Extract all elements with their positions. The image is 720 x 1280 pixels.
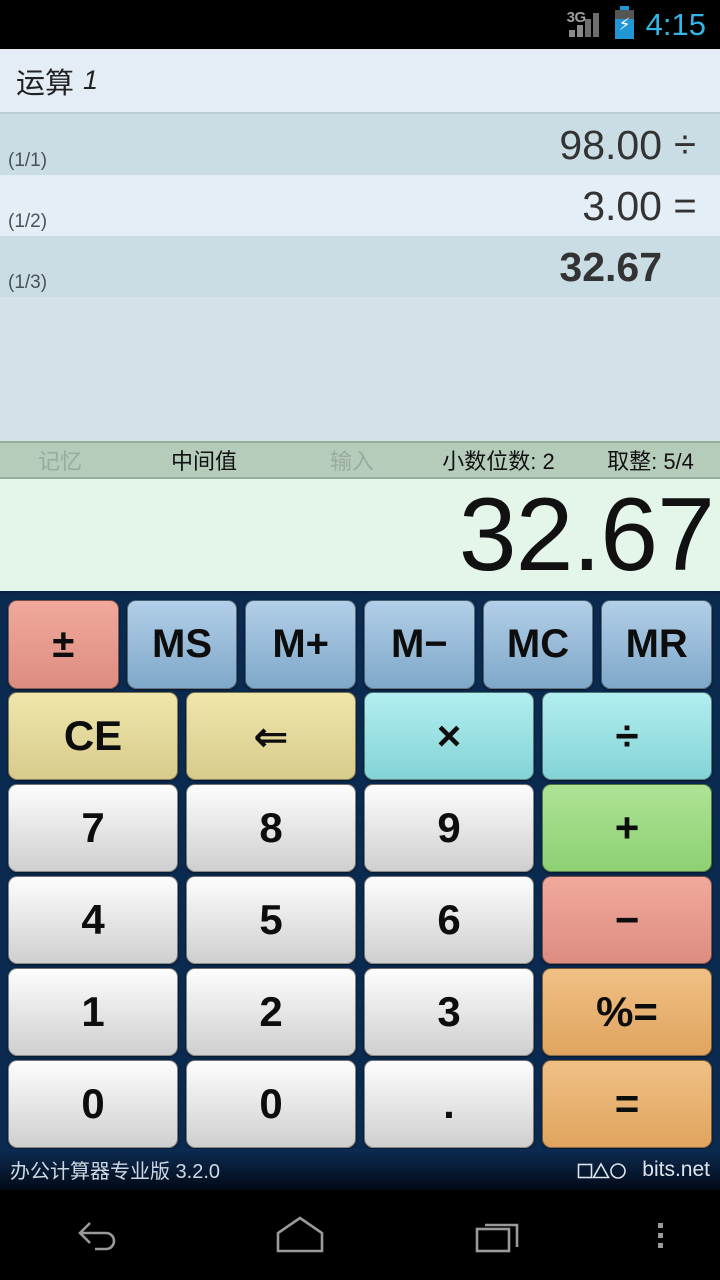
calculation-tape-list[interactable]: (1/1) 98.00 ÷ (1/2) 3.00 = (1/3) 32.67 (0, 112, 720, 441)
overflow-menu-button[interactable] (600, 1222, 720, 1248)
keypad-row-2: 7 8 9 + (4, 784, 716, 873)
row-index-label: (1/3) (8, 272, 48, 293)
calculator-app-screen: 3G ⚡ 4:15 运算 1 (1/1) 98.00 ÷ (1/2) 3.00 … (0, 0, 720, 1280)
decimals-setting[interactable]: 小数位数: 2 (416, 444, 581, 476)
digit-1-key[interactable]: 1 (8, 968, 178, 1056)
android-nav-bar (0, 1190, 720, 1280)
row-value: 32.67 (559, 243, 662, 290)
row-operator: = (673, 183, 697, 228)
digit-8-key[interactable]: 8 (186, 784, 356, 872)
keypad-row-memory: ± MS M+ M− MC MR (4, 600, 716, 689)
keypad-row-4: 1 2 3 %= (4, 968, 716, 1057)
status-info-bar: 记忆 中间值 输入 小数位数: 2 取整: 5/4 (0, 441, 720, 479)
back-icon (78, 1222, 116, 1251)
percent-equals-key[interactable]: %= (542, 968, 712, 1056)
brand-shapes-icon (577, 1161, 627, 1179)
digit-3-key[interactable]: 3 (364, 968, 534, 1056)
row-value: 3.00 (582, 182, 662, 229)
memory-subtract-key[interactable]: M− (364, 600, 475, 689)
home-icon (276, 1216, 324, 1253)
main-display[interactable]: 32.67 (0, 479, 720, 594)
page-title: 运算 (16, 67, 75, 100)
display-value: 32.67 (458, 477, 715, 593)
page-title-number: 1 (83, 65, 99, 95)
keypad: ± MS M+ M− MC MR CE ⇐ × ÷ 7 8 9 + 4 5 6 … (0, 594, 720, 1149)
memory-store-key[interactable]: MS (126, 600, 238, 689)
recent-apps-icon (475, 1223, 519, 1253)
clear-entry-key[interactable]: CE (8, 692, 178, 780)
keypad-row-3: 4 5 6 − (4, 876, 716, 965)
plus-minus-key[interactable]: ± (8, 600, 119, 689)
rounding-setting[interactable]: 取整: 5/4 (581, 444, 720, 476)
android-status-bar: 3G ⚡ 4:15 (0, 0, 720, 49)
row-index-label: (1/1) (8, 150, 48, 171)
keypad-row-5: 0 0 . = (4, 1060, 716, 1149)
digit-7-key[interactable]: 7 (8, 784, 178, 872)
brand-logo[interactable]: bits.net (577, 1158, 710, 1182)
keypad-row-1: CE ⇐ × ÷ (4, 692, 716, 781)
intermediate-indicator[interactable]: 中间值 (120, 444, 288, 476)
digit-5-key[interactable]: 5 (186, 876, 356, 964)
recent-apps-button[interactable] (400, 1213, 600, 1257)
divide-key[interactable]: ÷ (542, 692, 712, 780)
memory-add-key[interactable]: M+ (245, 600, 357, 689)
digit-4-key[interactable]: 4 (8, 876, 178, 964)
digit-0-key[interactable]: 0 (8, 1060, 178, 1148)
digit-0-alt-key[interactable]: 0 (186, 1060, 356, 1148)
row-operator: ÷ (674, 122, 696, 167)
overflow-menu-icon (657, 1222, 663, 1248)
row-value: 98.00 (559, 121, 662, 168)
memory-recall-key[interactable]: MR (601, 600, 713, 689)
app-footer: 办公计算器专业版 3.2.0 bits.net (0, 1149, 720, 1190)
digit-6-key[interactable]: 6 (364, 876, 534, 964)
back-button[interactable] (0, 1214, 200, 1256)
table-row[interactable]: (1/2) 3.00 = (0, 175, 720, 236)
brand-text: bits.net (642, 1157, 710, 1181)
memory-clear-key[interactable]: MC (482, 600, 594, 689)
equals-key[interactable]: = (542, 1060, 712, 1148)
digit-2-key[interactable]: 2 (186, 968, 356, 1056)
input-indicator[interactable]: 输入 (288, 444, 416, 476)
table-row[interactable]: (1/3) 32.67 (0, 236, 720, 297)
home-button[interactable] (200, 1213, 400, 1257)
table-row[interactable]: (1/1) 98.00 ÷ (0, 114, 720, 175)
app-title-bar[interactable]: 运算 1 (0, 49, 720, 112)
app-name-version: 办公计算器专业版 3.2.0 (10, 1161, 221, 1183)
signal-strength-bars (568, 12, 599, 37)
digit-9-key[interactable]: 9 (364, 784, 534, 872)
backspace-key[interactable]: ⇐ (186, 692, 356, 780)
subtract-key[interactable]: − (542, 876, 712, 964)
signal-bars-icon: 3G (567, 9, 607, 40)
add-key[interactable]: + (542, 784, 712, 872)
decimal-point-key[interactable]: . (364, 1060, 534, 1148)
memory-indicator[interactable]: 记忆 (0, 444, 120, 476)
clock-label: 4:15 (645, 7, 706, 42)
battery-charging-icon: ⚡ (614, 6, 634, 39)
row-index-label: (1/2) (8, 211, 48, 232)
multiply-key[interactable]: × (364, 692, 534, 780)
